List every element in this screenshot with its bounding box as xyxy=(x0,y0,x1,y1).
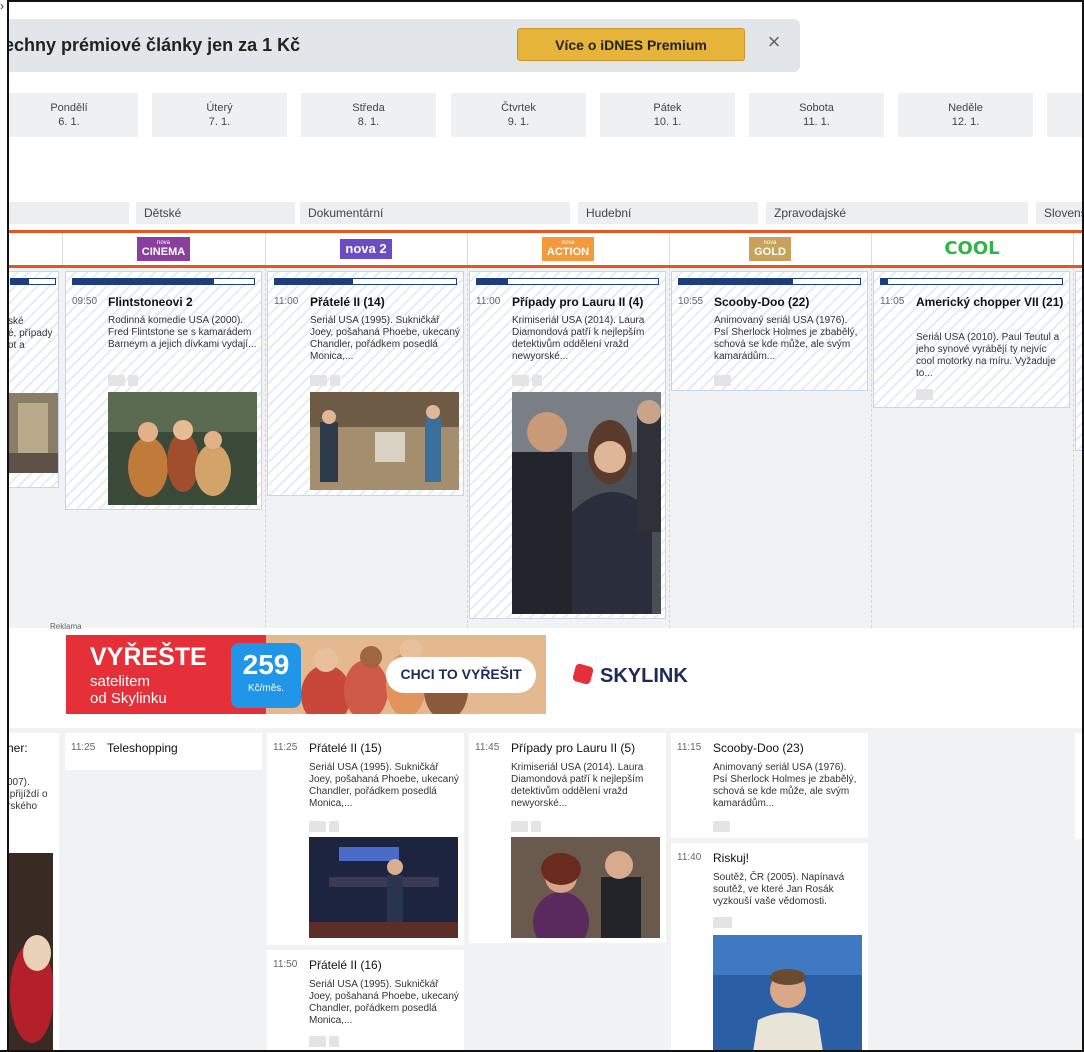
program-thumbnail xyxy=(309,837,458,938)
program-card-pratele-15[interactable]: 11:25 Přátelé II (15) Seriál USA (1995).… xyxy=(267,733,464,945)
channel-logo-nova-gold[interactable]: nova GOLD xyxy=(669,233,872,265)
nova-gold-logo: nova GOLD xyxy=(749,237,791,261)
day-tab-tuesday[interactable]: Úterý 7. 1. xyxy=(152,93,287,137)
day-tab-saturday[interactable]: Sobota 11. 1. xyxy=(749,93,884,137)
channel-logo-partial[interactable] xyxy=(7,233,63,265)
program-thumbnail xyxy=(511,837,660,938)
program-title[interactable]: Teleshopping xyxy=(107,741,257,755)
day-tab-monday[interactable]: Pondělí 6. 1. xyxy=(0,93,138,137)
day-tab-next[interactable] xyxy=(1047,93,1084,137)
ad-price: 259 xyxy=(242,649,290,680)
ad-price-unit: Kč/měs. xyxy=(247,683,285,694)
progress-bar xyxy=(10,278,56,285)
progress-bar xyxy=(678,278,861,285)
program-thumbnail xyxy=(713,935,862,1052)
program-card-riskuj[interactable]: 11:40 Riskuj! Soutěž, ČR (2005). Napínav… xyxy=(671,843,868,1052)
program-card-pripady-5[interactable]: 11:45 Případy pro Lauru II (5) Krimiseri… xyxy=(469,733,666,943)
program-card-scooby-22[interactable]: 10:55 Scooby-Doo (22) Animovaný seriál U… xyxy=(671,271,868,391)
nova-2-logo: nova 2 xyxy=(340,239,392,259)
day-tab-sunday[interactable]: Neděle 12. 1. xyxy=(898,93,1033,137)
progress-bar xyxy=(476,278,659,285)
program-title[interactable]: Riskuj! xyxy=(713,851,863,865)
program-card-scooby-23[interactable]: 11:15 Scooby-Doo (23) Animovaný seriál U… xyxy=(671,733,868,838)
program-card-pratele-14[interactable]: 11:00 Přátelé II (14) Seriál USA (1995).… xyxy=(267,271,464,496)
program-thumbnail xyxy=(8,393,58,473)
premium-info-button[interactable]: Více o iDNES Premium xyxy=(517,28,745,61)
corner-close-icon[interactable]: › xyxy=(0,0,9,12)
program-card-pratele-16[interactable]: 11:50 Přátelé II (16) Seriál USA (1995).… xyxy=(267,950,464,1052)
program-card-partial-bottom[interactable]: her: 007). přijíždí o rského xyxy=(7,733,59,1052)
program-title[interactable]: Flintstoneovi 2 xyxy=(108,295,258,309)
program-card-pripady-4[interactable]: 11:00 Případy pro Lauru II (4) Krimiseri… xyxy=(469,271,666,619)
ad-sub2: od Skylinku xyxy=(90,690,167,707)
channel-logo-nova-cinema[interactable]: nova CINEMA xyxy=(62,233,266,265)
genre-filter-news[interactable]: Zpravodajské xyxy=(766,202,1028,224)
genre-filter-music[interactable]: Hudební xyxy=(578,202,758,224)
premium-promo-banner: echny prémiové články jen za 1 Kč Více o… xyxy=(0,19,800,72)
ad-sub1: satelitem xyxy=(90,673,151,690)
progress-bar xyxy=(880,278,1063,285)
genre-filter-slovak[interactable]: Slovens xyxy=(1036,202,1084,224)
genre-filter-children[interactable]: Dětské xyxy=(136,202,295,224)
program-card-flintstones[interactable]: 09:50 Flintstoneovi 2 Rodinná komedie US… xyxy=(65,271,262,510)
day-tab-wednesday[interactable]: Středa 8. 1. xyxy=(301,93,436,137)
program-thumbnail xyxy=(512,392,661,614)
day-tab-thursday[interactable]: Čtvrtek 9. 1. xyxy=(451,93,586,137)
program-title[interactable]: Přátelé II (14) xyxy=(310,295,460,309)
program-card-teleshopping[interactable]: 11:25 Teleshopping xyxy=(65,733,262,770)
program-title[interactable]: Přátelé II (15) xyxy=(309,741,459,755)
program-title[interactable]: Scooby-Doo (22) xyxy=(714,295,864,309)
nova-cool-logo: COOL xyxy=(944,238,1000,259)
genre-filter-first[interactable] xyxy=(0,202,129,224)
channel-logo-nova-2[interactable]: nova 2 xyxy=(265,233,468,265)
nova-action-logo: nova ACTION xyxy=(541,237,595,261)
close-icon[interactable]: × xyxy=(764,31,784,53)
program-title[interactable]: Případy pro Lauru II (4) xyxy=(512,295,662,309)
progress-bar xyxy=(72,278,255,285)
channel-logo-nova-action[interactable]: nova ACTION xyxy=(467,233,670,265)
program-card-chopper-21[interactable]: 11:05 Americký chopper VII (21) Seriál U… xyxy=(873,271,1070,408)
ad-headline: VYŘEŠTE xyxy=(90,643,207,671)
window-left-edge xyxy=(0,0,9,1052)
genre-filter-documentary[interactable]: Dokumentární xyxy=(300,202,570,224)
program-thumbnail xyxy=(7,853,53,1052)
program-title[interactable]: Přátelé II (16) xyxy=(309,958,459,972)
ad-cta-button[interactable]: CHCI TO VYŘEŠIT xyxy=(386,666,536,682)
progress-bar xyxy=(274,278,457,285)
channel-logo-nova-cool[interactable]: COOL xyxy=(871,233,1074,265)
program-card-partial[interactable]: ské é, případy ot a xyxy=(7,271,59,488)
program-title[interactable]: Americký chopper VII (21) xyxy=(916,295,1066,309)
program-thumbnail xyxy=(108,392,257,505)
skylink-ad-banner[interactable]: VYŘEŠTE satelitem od Skylinku 259 Kč/měs… xyxy=(66,635,710,714)
ad-label: Reklama xyxy=(50,622,82,631)
day-tab-friday[interactable]: Pátek 10. 1. xyxy=(600,93,735,137)
program-title[interactable]: Případy pro Lauru II (5) xyxy=(511,741,661,755)
promo-text: echny prémiové články jen za 1 Kč xyxy=(4,35,301,55)
program-title[interactable]: Scooby-Doo (23) xyxy=(713,741,863,755)
nova-cinema-logo: nova CINEMA xyxy=(136,237,191,261)
skylink-logo: SKYLINK xyxy=(600,665,688,687)
program-thumbnail xyxy=(310,392,459,490)
